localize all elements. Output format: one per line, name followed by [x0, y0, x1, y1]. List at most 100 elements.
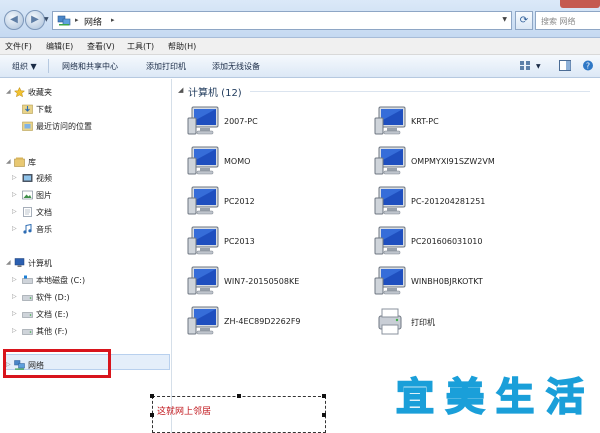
- computer-item[interactable]: PC-201204281251: [373, 184, 573, 220]
- computer-item[interactable]: 2007-PC: [186, 104, 386, 140]
- menu-tools[interactable]: 工具(T): [127, 41, 154, 52]
- computer-item[interactable]: PC2013: [186, 224, 386, 260]
- help-icon[interactable]: ?: [582, 60, 594, 71]
- sidebar-item-drive-d[interactable]: ▷ 软件 (D:): [12, 291, 152, 305]
- downloads-folder-icon: [22, 104, 33, 114]
- expand-arrow-icon[interactable]: ▷: [12, 174, 17, 181]
- collapse-arrow-icon[interactable]: ◢: [6, 88, 11, 95]
- breadcrumb-network[interactable]: 网络: [84, 15, 102, 28]
- computer-name: 2007-PC: [224, 117, 258, 126]
- computer-item[interactable]: PC2012: [186, 184, 386, 220]
- video-library-icon: [22, 174, 33, 182]
- sidebar-item-recent-places[interactable]: 最近访问的位置: [22, 120, 162, 134]
- resize-handle[interactable]: [237, 394, 241, 398]
- sidebar-item-label: 软件 (D:): [36, 293, 70, 302]
- computer-item[interactable]: PC201606031010: [373, 224, 573, 260]
- computer-monitor-icon: [187, 146, 219, 175]
- breadcrumb-separator-icon[interactable]: ▸: [111, 16, 115, 24]
- toolbar-divider: [48, 59, 49, 73]
- sidebar-item-drive-e[interactable]: ▷ 文档 (E:): [12, 308, 152, 322]
- pictures-library-icon: [22, 190, 33, 200]
- computer-monitor-icon: [374, 146, 406, 175]
- computer-name: KRT-PC: [411, 117, 439, 126]
- resize-handle[interactable]: [150, 394, 154, 398]
- computer-name: WIN7-20150508KE: [224, 277, 300, 286]
- command-toolbar: 组织 ▼ 网络和共享中心 添加打印机 添加无线设备 ▼ ?: [0, 55, 600, 78]
- back-button[interactable]: ◀: [4, 10, 24, 30]
- recent-places-icon: [22, 121, 33, 131]
- add-wireless-device-button[interactable]: 添加无线设备: [212, 61, 260, 72]
- resize-handle[interactable]: [322, 394, 326, 398]
- sidebar-item-label: 库: [28, 158, 36, 167]
- resize-handle[interactable]: [322, 413, 326, 417]
- sidebar-libraries[interactable]: ◢ 库: [6, 156, 126, 170]
- search-input[interactable]: 搜索 网络: [535, 11, 600, 30]
- computer-name: PC201606031010: [411, 237, 483, 246]
- expand-arrow-icon[interactable]: ▷: [12, 276, 17, 283]
- network-sharing-center-button[interactable]: 网络和共享中心: [62, 61, 118, 72]
- sidebar-item-label: 文档: [36, 208, 52, 217]
- sidebar-item-drive-f[interactable]: ▷ 其他 (F:): [12, 325, 152, 339]
- computer-item[interactable]: OMPMYXI91SZW2VM: [373, 144, 573, 180]
- expand-arrow-icon[interactable]: ▷: [12, 225, 17, 232]
- computer-item[interactable]: WIN7-20150508KE: [186, 264, 386, 300]
- resize-handle[interactable]: [150, 413, 154, 417]
- watermark-char: 生: [495, 374, 535, 420]
- menu-file[interactable]: 文件(F): [5, 41, 32, 52]
- hard-drive-icon: [22, 312, 33, 318]
- computer-monitor-icon: [374, 266, 406, 295]
- preview-pane-icon[interactable]: [559, 60, 571, 71]
- annotation-textbox[interactable]: 这就网上邻居: [150, 394, 326, 433]
- menu-edit[interactable]: 编辑(E): [46, 41, 73, 52]
- view-options-icon[interactable]: [519, 60, 531, 71]
- sidebar-favorites[interactable]: ◢ 收藏夹: [6, 86, 126, 100]
- menu-help[interactable]: 帮助(H): [168, 41, 196, 52]
- breadcrumb-separator-icon[interactable]: ▸: [75, 16, 79, 24]
- collapse-arrow-icon[interactable]: ◢: [6, 259, 11, 266]
- collapse-arrow-icon[interactable]: ◢: [178, 86, 183, 94]
- sidebar-item-videos[interactable]: ▷ 视频: [12, 172, 132, 186]
- forward-button[interactable]: ▶: [25, 10, 45, 30]
- computer-group-header[interactable]: ◢ 计算机 (12): [178, 84, 598, 99]
- organize-button[interactable]: 组织 ▼: [12, 61, 37, 72]
- sidebar-item-drive-c[interactable]: ▷ 本地磁盘 (C:): [12, 274, 152, 288]
- view-dropdown-icon[interactable]: ▼: [536, 63, 541, 70]
- computer-monitor-icon: [187, 106, 219, 135]
- computer-item[interactable]: WINBH0BJRKOTKT: [373, 264, 573, 300]
- computer-item[interactable]: KRT-PC: [373, 104, 573, 140]
- sidebar-computer[interactable]: ◢ 计算机: [6, 257, 126, 271]
- computer-monitor-icon: [374, 226, 406, 255]
- address-dropdown-icon[interactable]: ▼: [502, 16, 507, 23]
- music-note-icon: [23, 224, 32, 234]
- sidebar-item-downloads[interactable]: 下载: [22, 103, 142, 117]
- computer-name: PC-201204281251: [411, 197, 486, 206]
- computer-monitor-icon: [187, 266, 219, 295]
- sidebar-item-documents[interactable]: ▷ 文档: [12, 206, 132, 220]
- recent-pages-dropdown[interactable]: ▼: [44, 16, 49, 23]
- expand-arrow-icon[interactable]: ▷: [12, 208, 17, 215]
- sidebar-item-pictures[interactable]: ▷ 图片: [12, 189, 132, 203]
- address-field[interactable]: ▸ 网络 ▸ ▼: [52, 11, 512, 30]
- svg-text:?: ?: [586, 62, 590, 71]
- add-printer-button[interactable]: 添加打印机: [146, 61, 186, 72]
- expand-arrow-icon[interactable]: ▷: [12, 293, 17, 300]
- computer-name: 打印机: [411, 318, 435, 327]
- sidebar-item-label: 图片: [36, 191, 52, 200]
- sidebar-item-label: 其他 (F:): [36, 327, 68, 336]
- close-window-button[interactable]: [560, 0, 600, 8]
- computer-name: PC2012: [224, 197, 255, 206]
- computer-item[interactable]: ZH-4EC89D2262F9: [186, 304, 386, 340]
- printer-item[interactable]: 打印机: [373, 304, 573, 340]
- menu-view[interactable]: 查看(V): [87, 41, 115, 52]
- sidebar-item-label: 计算机: [28, 259, 52, 268]
- expand-arrow-icon[interactable]: ▷: [12, 327, 17, 334]
- address-bar-region: ◀ ▶ ▼ ▸ 网络 ▸ ▼ ⟳ 搜索 网络: [0, 0, 600, 38]
- sidebar-item-music[interactable]: ▷ 音乐: [12, 223, 132, 237]
- expand-arrow-icon[interactable]: ▷: [12, 310, 17, 317]
- computer-monitor-icon: [187, 306, 219, 335]
- collapse-arrow-icon[interactable]: ◢: [6, 158, 11, 165]
- expand-arrow-icon[interactable]: ▷: [12, 191, 17, 198]
- refresh-button[interactable]: ⟳: [515, 11, 533, 30]
- computer-name: OMPMYXI91SZW2VM: [411, 157, 495, 166]
- computer-item[interactable]: MOMO: [186, 144, 386, 180]
